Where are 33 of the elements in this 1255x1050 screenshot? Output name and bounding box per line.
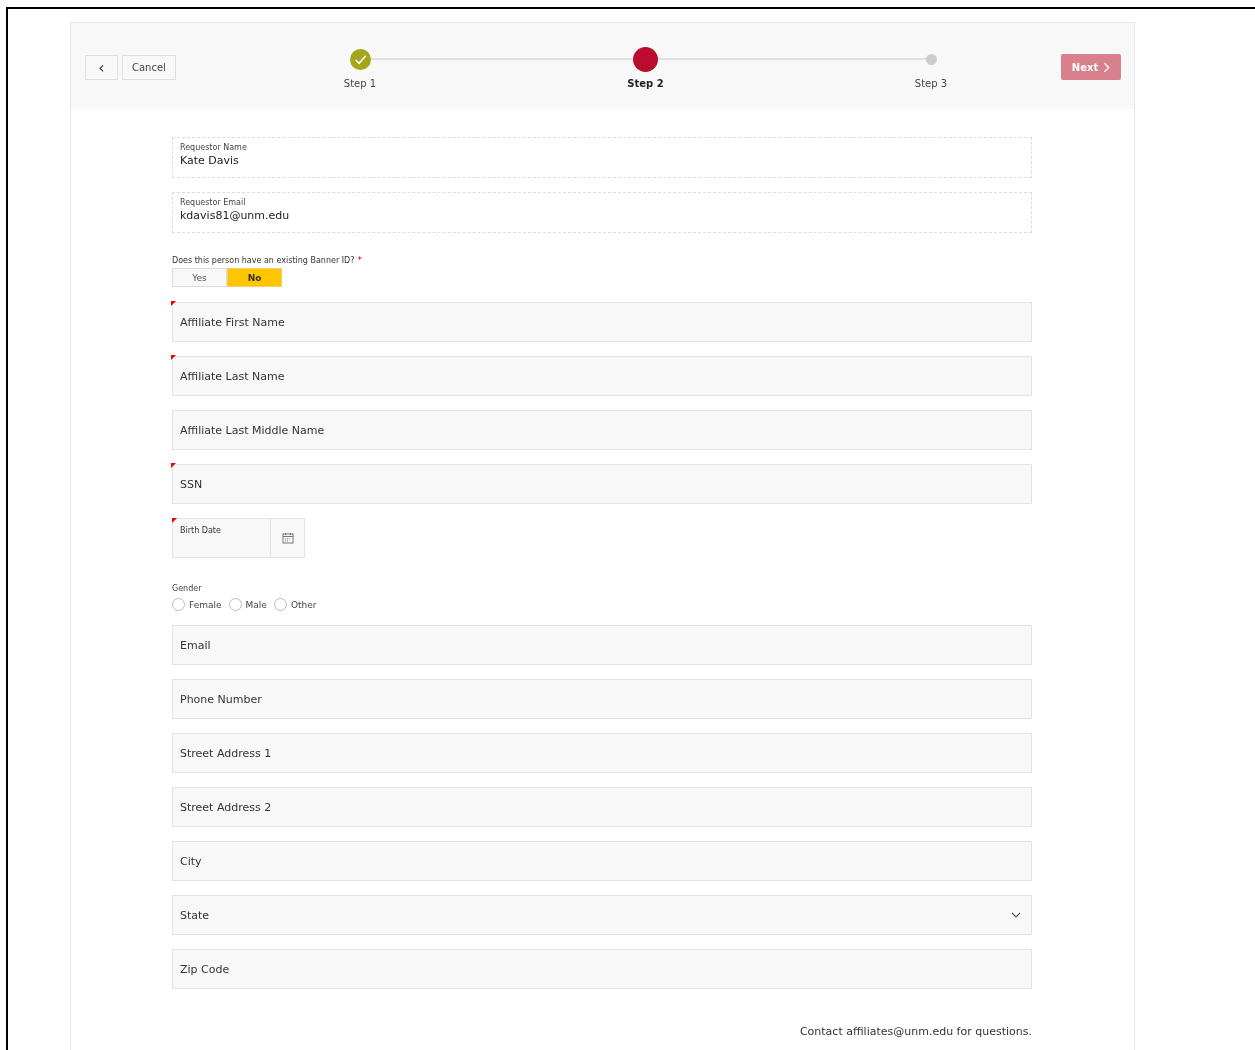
input-field[interactable]: Affiliate Last Name bbox=[172, 356, 1032, 396]
input-field[interactable]: Affiliate First Name bbox=[172, 302, 1032, 342]
field-label: Gender bbox=[172, 584, 203, 593]
required-mark: * bbox=[357, 255, 362, 265]
date-field[interactable]: Birth Date bbox=[172, 518, 305, 558]
input-field[interactable]: City bbox=[172, 841, 1032, 881]
input-field[interactable]: Street Address 1 bbox=[172, 733, 1032, 773]
field-label: Requestor Email bbox=[180, 198, 247, 207]
cancel-button[interactable]: Cancel bbox=[122, 54, 176, 80]
input-field[interactable]: Affiliate Last Middle Name bbox=[172, 410, 1032, 450]
calendar-icon[interactable] bbox=[281, 532, 294, 544]
caret-icon bbox=[1011, 912, 1021, 918]
back-button[interactable]: ‹ bbox=[85, 54, 118, 80]
field-label: Requestor Name bbox=[180, 143, 248, 152]
select-field[interactable]: State bbox=[172, 895, 1032, 935]
step-label: Step 2 bbox=[627, 78, 664, 89]
toggle-option[interactable]: No bbox=[227, 268, 282, 287]
input-field[interactable]: Street Address 2 bbox=[172, 787, 1032, 827]
input-field[interactable]: Phone Number bbox=[172, 679, 1032, 719]
input-field[interactable]: Zip Code bbox=[172, 949, 1032, 989]
chevron-icon bbox=[1103, 61, 1111, 73]
radio-option[interactable]: Male bbox=[228, 598, 267, 611]
footer-text: Contact affiliates@unm.edu for questions. bbox=[799, 1025, 1032, 1038]
question-label: Does this person have an existing Banner ID? bbox=[172, 256, 355, 265]
input-field[interactable]: Email bbox=[172, 625, 1032, 665]
field-value: kdavis81@unm.edu bbox=[180, 209, 291, 222]
radio-option[interactable]: Other bbox=[273, 598, 317, 611]
toggle-option[interactable]: Yes bbox=[172, 268, 227, 287]
field-value: Kate Davis bbox=[180, 154, 240, 167]
input-field[interactable]: SSN bbox=[172, 464, 1032, 504]
step-label: Step 3 bbox=[914, 78, 948, 89]
step-label: Step 1 bbox=[343, 78, 377, 89]
radio-option[interactable]: Female bbox=[172, 598, 222, 611]
